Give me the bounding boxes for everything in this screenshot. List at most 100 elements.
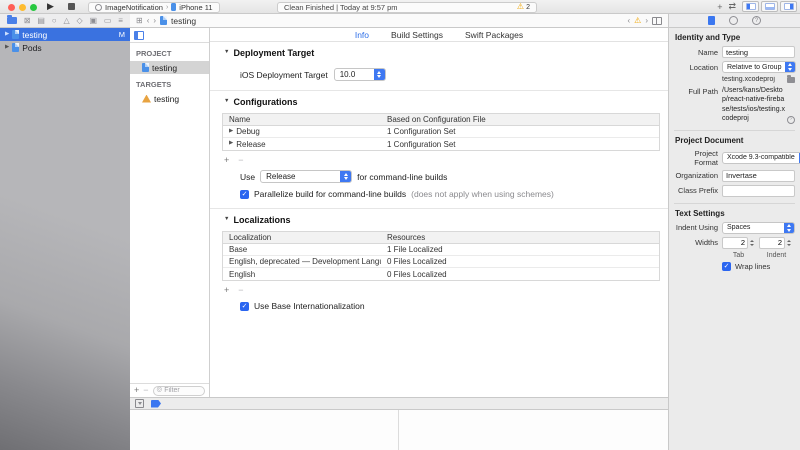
- tab-width-field[interactable]: [722, 237, 748, 249]
- popup-value: Xcode 9.3-compatible: [723, 154, 799, 161]
- table-row-release[interactable]: ▶Release 1 Configuration Set: [223, 138, 659, 150]
- name-field[interactable]: [722, 46, 795, 58]
- breakpoints-toggle-icon[interactable]: [151, 400, 161, 408]
- toggle-navigator-button[interactable]: [742, 1, 759, 12]
- project-row-testing[interactable]: testing: [130, 61, 209, 74]
- disclosure-open-icon[interactable]: ▼: [224, 50, 229, 56]
- show-projects-targets-icon[interactable]: [134, 31, 144, 40]
- popup-stepper-icon: [374, 69, 385, 80]
- add-configuration-button[interactable]: +: [224, 156, 229, 165]
- wrap-lines-checkbox[interactable]: ✓: [722, 262, 731, 271]
- run-button[interactable]: ▶: [47, 1, 54, 12]
- navigator-item-testing[interactable]: ▶ testing M: [0, 28, 130, 41]
- tab-build-settings[interactable]: Build Settings: [391, 30, 443, 40]
- quick-help-icon[interactable]: ?: [752, 16, 761, 25]
- debug-bar: [130, 397, 668, 410]
- disclosure-open-icon[interactable]: ▼: [224, 99, 229, 105]
- project-navigator-icon[interactable]: [7, 17, 17, 24]
- class-prefix-field[interactable]: [722, 185, 795, 197]
- library-add-button[interactable]: +: [717, 2, 722, 12]
- scheme-selector[interactable]: ImageNotification › iPhone 11: [88, 2, 220, 13]
- report-navigator-icon[interactable]: ≡: [118, 17, 123, 25]
- source-control-navigator-icon[interactable]: ⊠: [24, 17, 31, 25]
- toggle-debug-area-button[interactable]: [761, 1, 778, 12]
- column-header-based-on[interactable]: Based on Configuration File: [381, 115, 659, 124]
- forward-button[interactable]: ›: [153, 16, 156, 25]
- column-header-resources[interactable]: Resources: [381, 233, 659, 242]
- filter-field[interactable]: ◎: [153, 386, 205, 396]
- tab-info[interactable]: Info: [355, 30, 369, 40]
- zoom-button[interactable]: [30, 4, 37, 11]
- target-row-testing[interactable]: testing: [130, 92, 209, 105]
- navigator-item-pods[interactable]: ▶ Pods: [0, 41, 130, 54]
- stepper-arrows-icon[interactable]: [787, 240, 791, 246]
- reveal-in-finder-icon[interactable]: ›: [787, 116, 795, 124]
- warning-badge[interactable]: ⚠ 2: [517, 3, 530, 11]
- debug-area-divider[interactable]: [398, 410, 399, 450]
- deployment-target-section-header[interactable]: ▼ Deployment Target: [210, 42, 668, 60]
- related-items-icon[interactable]: ⊞: [136, 16, 143, 25]
- indent-width-stepper[interactable]: [759, 237, 791, 249]
- popup-stepper-icon: [785, 62, 795, 72]
- close-button[interactable]: [8, 4, 15, 11]
- disclosure-icon[interactable]: ▶: [229, 129, 233, 135]
- issue-navigator-icon[interactable]: △: [63, 17, 69, 25]
- ios-deployment-target-popup[interactable]: 10.0: [334, 68, 386, 81]
- toggle-inspector-button[interactable]: [780, 1, 797, 12]
- remove-target-button[interactable]: −: [143, 386, 148, 395]
- add-target-button[interactable]: +: [134, 386, 139, 395]
- identity-and-type-title: Identity and Type: [674, 28, 795, 46]
- editor-arrows-button[interactable]: ⇄: [728, 1, 736, 12]
- find-navigator-icon[interactable]: ○: [52, 17, 57, 25]
- localization-name: English: [223, 270, 381, 279]
- configurations-section-header[interactable]: ▼ Configurations: [210, 91, 668, 109]
- stepper-arrows-icon[interactable]: [750, 240, 754, 246]
- disclosure-open-icon[interactable]: ▼: [224, 217, 229, 223]
- column-header-localization[interactable]: Localization: [223, 233, 381, 242]
- command-line-config-popup[interactable]: Release: [260, 170, 352, 183]
- use-base-internationalization-checkbox[interactable]: ✓: [240, 302, 249, 311]
- add-localization-button[interactable]: +: [224, 286, 229, 295]
- remove-configuration-button[interactable]: −: [238, 156, 243, 165]
- previous-issue-button[interactable]: ‹: [627, 16, 630, 25]
- tab-column-label: Tab: [722, 252, 755, 259]
- disclosure-icon[interactable]: ▶: [5, 45, 9, 51]
- project-format-popup[interactable]: Xcode 9.3-compatible: [722, 152, 800, 164]
- indent-width-field[interactable]: [759, 237, 785, 249]
- filter-input[interactable]: [164, 387, 201, 394]
- table-row-base[interactable]: Base 1 File Localized: [223, 244, 659, 256]
- section-title: Deployment Target: [233, 48, 314, 58]
- disclosure-icon[interactable]: ▶: [5, 32, 9, 38]
- table-row-english-deprecated[interactable]: English, deprecated — Development Langua…: [223, 256, 659, 268]
- breakpoint-navigator-icon[interactable]: ▭: [104, 17, 112, 25]
- history-inspector-icon[interactable]: [729, 16, 738, 25]
- column-header-name[interactable]: Name: [223, 115, 381, 124]
- stop-button[interactable]: [68, 3, 75, 10]
- indent-using-label: Indent Using: [674, 223, 718, 232]
- popup-value: Spaces: [723, 224, 754, 231]
- tab-width-stepper[interactable]: [722, 237, 754, 249]
- file-inspector-icon[interactable]: [708, 16, 715, 25]
- symbol-navigator-icon[interactable]: ▤: [37, 17, 45, 25]
- table-row-english[interactable]: English 0 Files Localized: [223, 268, 659, 280]
- choose-location-folder-icon[interactable]: [787, 77, 795, 83]
- debug-navigator-icon[interactable]: ▣: [89, 17, 97, 25]
- localizations-section-header[interactable]: ▼ Localizations: [210, 209, 668, 227]
- disclosure-icon[interactable]: ▶: [229, 141, 233, 147]
- indent-column-label: Indent: [760, 252, 793, 259]
- issue-warning-icon[interactable]: ⚠: [634, 17, 641, 25]
- next-issue-button[interactable]: ›: [645, 16, 648, 25]
- minimize-button[interactable]: [19, 4, 26, 11]
- back-button[interactable]: ‹: [147, 16, 150, 25]
- location-popup[interactable]: Relative to Group: [722, 61, 796, 73]
- hide-debug-area-icon[interactable]: [135, 399, 144, 408]
- organization-field[interactable]: [722, 170, 795, 182]
- indent-using-popup[interactable]: Spaces: [722, 222, 795, 234]
- table-row-debug[interactable]: ▶Debug 1 Configuration Set: [223, 126, 659, 138]
- test-navigator-icon[interactable]: ◇: [76, 17, 82, 25]
- remove-localization-button[interactable]: −: [238, 286, 243, 295]
- parallelize-checkbox[interactable]: ✓: [240, 190, 249, 199]
- editor-options-icon[interactable]: [652, 17, 662, 25]
- tab-swift-packages[interactable]: Swift Packages: [465, 30, 523, 40]
- jump-bar-file[interactable]: testing: [171, 16, 196, 26]
